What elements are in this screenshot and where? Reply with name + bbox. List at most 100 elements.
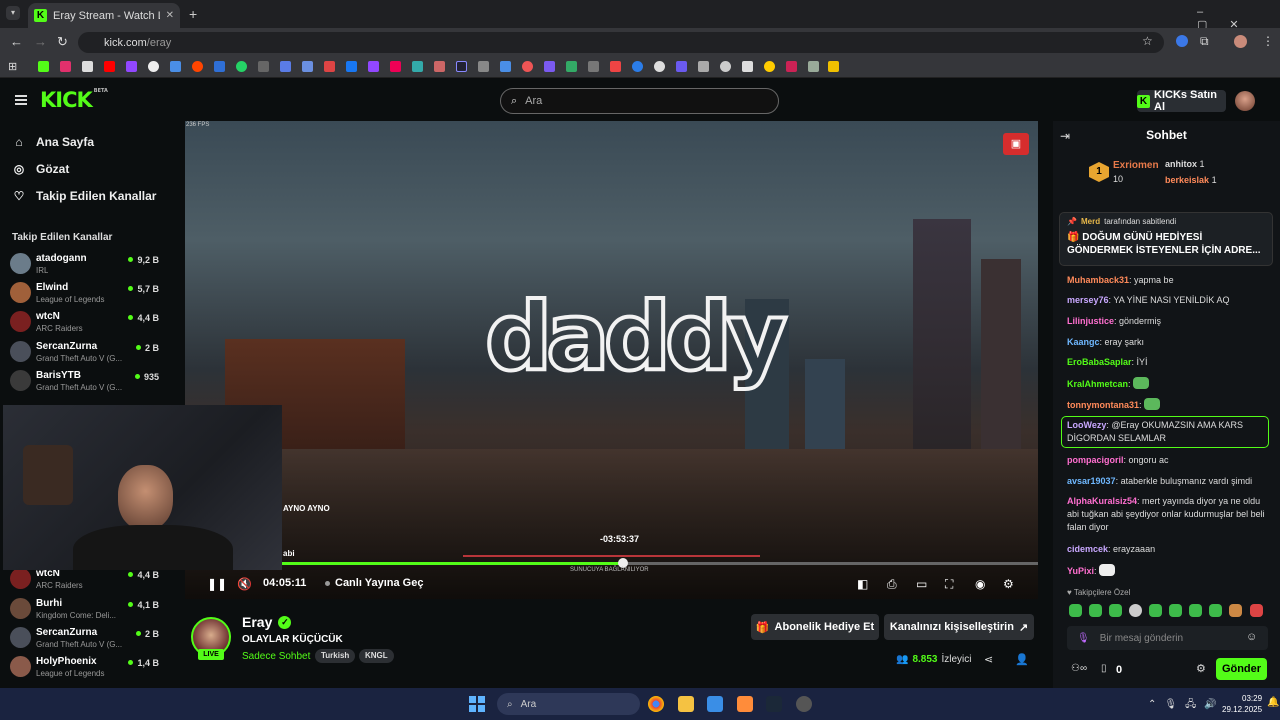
emote-icon[interactable] bbox=[1209, 604, 1222, 617]
sidebar-channel[interactable]: Burhi Kingdom Come: Deli... 4,1 B bbox=[10, 596, 162, 623]
bookmark-whatsapp-icon[interactable] bbox=[236, 61, 247, 72]
bookmark-icon-25[interactable] bbox=[588, 61, 599, 72]
close-tab-icon[interactable]: ✕ bbox=[166, 10, 174, 21]
bookmark-icon-19[interactable] bbox=[456, 61, 467, 72]
new-tab-button[interactable]: + bbox=[189, 6, 197, 22]
gift-sub-button[interactable]: 🎁 Abonelik Hediye Et bbox=[751, 614, 879, 640]
bookmark-x-icon[interactable] bbox=[82, 61, 93, 72]
emote-icon[interactable] bbox=[1189, 604, 1202, 617]
browser-menu-icon[interactable]: ⋮ bbox=[1262, 34, 1274, 48]
bookmark-icon-24[interactable] bbox=[566, 61, 577, 72]
reload-icon[interactable]: ↻ bbox=[57, 34, 68, 50]
photos-icon[interactable] bbox=[707, 696, 723, 712]
chat-message[interactable]: AlphaKuralsiz54: mert yayında diyor ya n… bbox=[1067, 495, 1269, 534]
steam-icon[interactable] bbox=[766, 696, 782, 712]
bookmark-kick-icon[interactable] bbox=[38, 61, 49, 72]
bookmark-icon-30[interactable] bbox=[698, 61, 709, 72]
bookmark-icon-18[interactable] bbox=[434, 61, 445, 72]
leader-name[interactable]: Exriomen bbox=[1113, 160, 1159, 171]
chat-message[interactable]: Kaangc: eray şarkı bbox=[1067, 336, 1269, 349]
sidebar-channel[interactable]: wtcN ARC Raiders 4,4 B bbox=[10, 566, 162, 593]
extension-icon[interactable] bbox=[1176, 35, 1188, 47]
system-tray-icons[interactable]: ⌃🎙🖧🔊 bbox=[1148, 697, 1225, 714]
bookmark-icon-6[interactable] bbox=[170, 61, 181, 72]
chat-message[interactable]: pompacigoril: ongoru ac bbox=[1067, 454, 1269, 467]
browser-tab[interactable]: K Eray Stream - Watch Live on Kick ✕ bbox=[28, 3, 180, 28]
miniplayer-icon[interactable]: ◧ bbox=[857, 577, 868, 591]
taskbar-search[interactable]: ⌕ Ara bbox=[497, 693, 640, 715]
chat-message[interactable]: EroBabaSaplar: İYİ bbox=[1067, 356, 1269, 369]
chrome-icon[interactable] bbox=[648, 696, 664, 712]
mute-icon[interactable]: 🔇 bbox=[237, 577, 252, 591]
bookmark-youtube-icon[interactable] bbox=[104, 61, 115, 72]
stream-category[interactable]: Sadece Sohbet bbox=[242, 651, 310, 662]
search-input[interactable]: ⌕ Ara bbox=[500, 88, 779, 114]
settings-gear-icon[interactable]: ⚙ bbox=[1003, 577, 1014, 591]
chat-message[interactable]: avsar19037: ataberkle buluşmanız vardı ş… bbox=[1067, 475, 1269, 488]
customize-channel-button[interactable]: Kanalınızı kişiselleştirin ↗ bbox=[884, 614, 1034, 640]
fullscreen-icon[interactable]: ⛶ bbox=[945, 577, 953, 592]
emote-icon[interactable] bbox=[1089, 604, 1102, 617]
bookmark-icon-20[interactable] bbox=[478, 61, 489, 72]
file-explorer-icon[interactable] bbox=[678, 696, 694, 712]
emote-icon[interactable] bbox=[1129, 604, 1142, 617]
bookmark-icon-31[interactable] bbox=[720, 61, 731, 72]
streamer-name[interactable]: Eray ✓ bbox=[242, 614, 292, 630]
sidebar-channel[interactable]: SercanZurna Grand Theft Auto V (G... 2 B bbox=[10, 339, 162, 366]
emote-icon[interactable] bbox=[1109, 604, 1122, 617]
chat-tools-icon[interactable]: ⚇∞ bbox=[1071, 663, 1087, 674]
nav-following[interactable]: ♡ Takip Edilen Kanallar bbox=[12, 189, 157, 203]
emote-icon[interactable] bbox=[1069, 604, 1082, 617]
bookmark-icon-26[interactable] bbox=[610, 61, 621, 72]
pause-icon[interactable]: ❚❚ bbox=[207, 577, 227, 591]
kick-logo[interactable]: KICK BETA bbox=[40, 88, 108, 112]
chat-message[interactable]: cidemcek: erayzaaan bbox=[1067, 543, 1269, 556]
sidebar-channel[interactable]: Elwind League of Legends 5,7 B bbox=[10, 280, 162, 307]
extensions-puzzle-icon[interactable]: ⧉ bbox=[1200, 34, 1209, 49]
bookmark-instagram-icon[interactable] bbox=[60, 61, 71, 72]
clip-button-icon[interactable]: ⎙ bbox=[887, 577, 897, 592]
bookmark-icon-10[interactable] bbox=[258, 61, 269, 72]
chat-message[interactable]: Lilinjustice: göndermiş bbox=[1067, 315, 1269, 328]
bookmark-icon-16[interactable] bbox=[390, 61, 401, 72]
bookmark-icon-34[interactable] bbox=[786, 61, 797, 72]
pinned-message[interactable]: 📌 Merd tarafından sabitlendi 🎁 DOĞUM GÜNÜ … bbox=[1059, 212, 1273, 266]
tag-turkish[interactable]: Turkish bbox=[315, 649, 356, 663]
bookmark-star-icon[interactable]: ☆ bbox=[1142, 34, 1153, 48]
bookmark-gmail-icon[interactable] bbox=[324, 61, 335, 72]
leaderboard-entry[interactable]: berkeislak 1 bbox=[1165, 175, 1217, 185]
sidebar-channel[interactable]: atadogann IRL 9,2 B bbox=[10, 251, 162, 278]
bookmark-icon-17[interactable] bbox=[412, 61, 423, 72]
taskbar-app-icon[interactable] bbox=[796, 696, 812, 712]
bookmark-icon-15[interactable] bbox=[368, 61, 379, 72]
leaderboard-entry[interactable]: anhitox 1 bbox=[1165, 159, 1205, 169]
emote-icon[interactable] bbox=[1250, 604, 1263, 617]
apps-grid-icon[interactable]: ⊞ bbox=[8, 60, 17, 73]
sidebar-channel[interactable]: HolyPhoenix League of Legends 1,4 B bbox=[10, 654, 162, 681]
profile-avatar[interactable] bbox=[1234, 35, 1247, 48]
user-icon[interactable]: 👤 bbox=[1015, 653, 1029, 666]
emoji-icon[interactable]: ☺ bbox=[1246, 631, 1257, 643]
go-live-button[interactable]: Canlı Yayına Geç bbox=[325, 577, 423, 589]
bookmark-icon-12[interactable] bbox=[302, 61, 313, 72]
bookmark-icon-29[interactable] bbox=[676, 61, 687, 72]
tag-kngl[interactable]: KNGL bbox=[359, 649, 394, 663]
forward-icon[interactable]: → bbox=[34, 34, 47, 49]
bookmark-icon-23[interactable] bbox=[544, 61, 555, 72]
chat-message-highlighted[interactable]: LooWezy: @Eray OKUMAZSIN AMA KARS DİGORD… bbox=[1061, 416, 1269, 448]
bookmark-icon-21[interactable] bbox=[500, 61, 511, 72]
user-avatar[interactable] bbox=[1235, 91, 1255, 111]
bookmark-reddit-icon[interactable] bbox=[192, 61, 203, 72]
video-player[interactable]: 236 FPS ▣ daddy AYNO AYNO abi -03:53:37 … bbox=[185, 121, 1038, 599]
bookmark-icon-32[interactable] bbox=[742, 61, 753, 72]
bookmark-icon-28[interactable] bbox=[654, 61, 665, 72]
bookmark-icon-35[interactable] bbox=[808, 61, 819, 72]
tab-search-button[interactable]: ▾ bbox=[6, 6, 20, 20]
back-icon[interactable]: ← bbox=[10, 34, 23, 49]
address-bar[interactable]: kick.com/eray bbox=[78, 32, 1164, 53]
clip-icon[interactable]: ▣ bbox=[1003, 133, 1029, 155]
bookmark-icon-27[interactable] bbox=[632, 61, 643, 72]
nav-home[interactable]: ⌂ Ana Sayfa bbox=[12, 135, 94, 149]
send-button[interactable]: Gönder bbox=[1216, 658, 1267, 680]
theater-mode-icon[interactable]: ▭ bbox=[916, 577, 927, 591]
